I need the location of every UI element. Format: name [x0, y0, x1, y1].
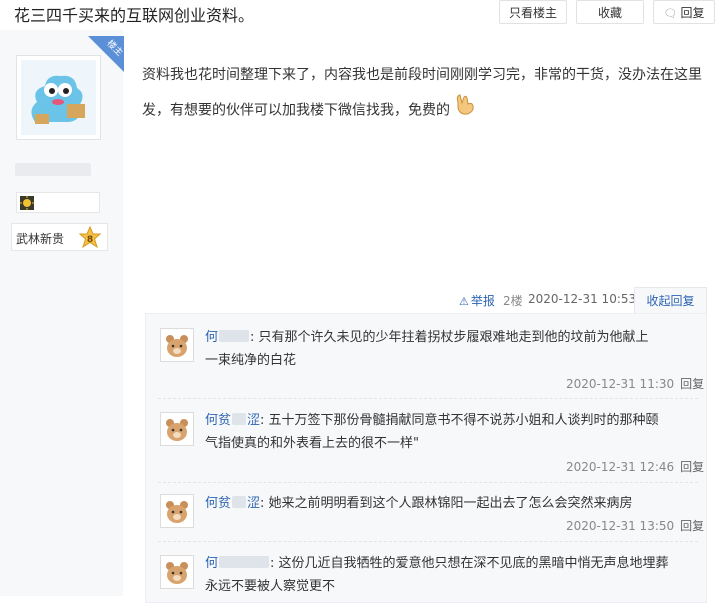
comment-text: 何贫 涩: 五十万签下那份骨髓捐献同意书不得不说苏小姐和人谈判时的那种颐 气指使真… — [205, 409, 705, 455]
rank-box: 武林新贵 8 — [11, 223, 108, 251]
comment-username[interactable]: 何贫 — [205, 413, 231, 428]
collapse-replies-button[interactable]: 收起回复 — [634, 287, 707, 314]
comment-line-1: : 只有那个许久未见的少年拄着拐杖步履艰难地走到他的坟前为他献上 — [250, 330, 649, 345]
comment-line-1: : 五十万签下那份骨髓捐献同意书不得不说苏小姐和人谈判时的那种颐 — [260, 413, 659, 428]
reply-button-label: 回复 — [680, 6, 705, 20]
comment-date: 2020-12-31 13:50 — [566, 519, 675, 533]
sun-level-icon — [20, 196, 34, 210]
comment-username-suffix[interactable]: 涩 — [247, 413, 260, 428]
comment-date: 2020-12-31 11:30 — [566, 377, 675, 391]
comment-divider — [158, 541, 698, 542]
chat-bubble-icon: 🗨 — [663, 7, 678, 20]
comment-text: 何 : 这份几近自我牺牲的爱意他只想在深不见底的黑暗中悄无声息地埋葬 永远不要被人… — [205, 552, 705, 598]
comment-line-2: 气指使真的和外表看上去的很不一样" — [205, 436, 419, 451]
only-op-button[interactable]: 只看楼主 — [499, 0, 567, 24]
post-content: 资料我也花时间整理下来了，内容我也是前段时间刚刚学习完，非常的干货，没办法在这里… — [142, 58, 712, 129]
report-label: 举报 — [470, 294, 495, 308]
post-date: 2020-12-31 10:53 — [528, 292, 637, 306]
post-line-1: 资料我也花时间整理下来了，内容我也是前段时间刚刚学习完，非常的干货，没办法在这里 — [142, 67, 702, 83]
username-redacted — [219, 556, 270, 568]
bear-avatar-icon — [163, 331, 191, 359]
bear-avatar-icon — [163, 415, 191, 443]
post-line-2-wrap: 发，有想要的伙伴可以加我楼下微信找我，免费的 — [142, 92, 712, 129]
warning-icon: ⚠ — [459, 295, 469, 308]
post-line-2: 发，有想要的伙伴可以加我楼下微信找我，免费的 — [142, 102, 450, 119]
comment-meta: 2020-12-31 13:50 回复 — [566, 517, 704, 534]
comment-avatar[interactable] — [160, 328, 194, 362]
bear-avatar-icon — [163, 558, 191, 586]
rank-level-number: 8 — [87, 235, 93, 245]
thread-title: 花三四千买来的互联网创业资料。 — [14, 6, 255, 25]
comment-username[interactable]: 何 — [205, 556, 218, 571]
comment-username[interactable]: 何 — [205, 330, 218, 345]
comment-avatar[interactable] — [160, 555, 194, 589]
username-redacted — [232, 413, 247, 425]
report-link[interactable]: ⚠ 举报 — [459, 292, 495, 309]
comment-text: 何 : 只有那个许久未见的少年拄着拐杖步履艰难地走到他的坟前为他献上 一束纯净的白… — [205, 326, 705, 372]
bear-avatar-icon — [163, 497, 191, 525]
comment-avatar[interactable] — [160, 412, 194, 446]
username-redacted — [232, 496, 247, 508]
comment-avatar[interactable] — [160, 494, 194, 528]
comment-text: 何贫 涩: 她来之前明明看到这个人跟林锦阳一起出去了怎么会突然来病房 — [205, 492, 705, 515]
level-badge — [16, 192, 100, 213]
comment-reply-link[interactable]: 回复 — [680, 519, 704, 533]
comment-divider — [158, 482, 698, 483]
favorite-button[interactable]: 收藏 — [576, 0, 644, 24]
comment-divider — [158, 398, 698, 399]
reply-button[interactable]: 🗨 回复 — [653, 0, 715, 24]
comment-reply-link[interactable]: 回复 — [680, 377, 704, 391]
comment-meta: 2020-12-31 12:46 回复 — [566, 458, 704, 475]
rock-hand-emoji-icon — [454, 92, 476, 129]
comment-line-1: : 这份几近自我牺牲的爱意他只想在深不见底的黑暗中悄无声息地埋葬 — [270, 556, 669, 571]
comment-line-1: : 她来之前明明看到这个人跟林锦阳一起出去了怎么会突然来病房 — [260, 496, 633, 511]
rank-level-star-icon: 8 — [78, 226, 102, 249]
rank-name: 武林新贵 — [16, 232, 65, 246]
author-username-redacted[interactable] — [15, 163, 91, 176]
username-redacted — [219, 330, 250, 342]
comment-date: 2020-12-31 12:46 — [566, 460, 675, 474]
comment-line-2: 一束纯净的白花 — [205, 353, 297, 368]
comment-reply-link[interactable]: 回复 — [680, 460, 704, 474]
comment-line-2: 永远不要被人察觉更不 — [205, 579, 336, 594]
comment-meta: 2020-12-31 11:30 回复 — [566, 375, 704, 392]
op-badge: 楼主 — [88, 36, 124, 72]
blue-creature-avatar-icon — [21, 60, 96, 135]
comment-username[interactable]: 何贫 — [205, 496, 231, 511]
floor-number: 2楼 — [503, 294, 523, 308]
comment-username-suffix[interactable]: 涩 — [247, 496, 260, 511]
